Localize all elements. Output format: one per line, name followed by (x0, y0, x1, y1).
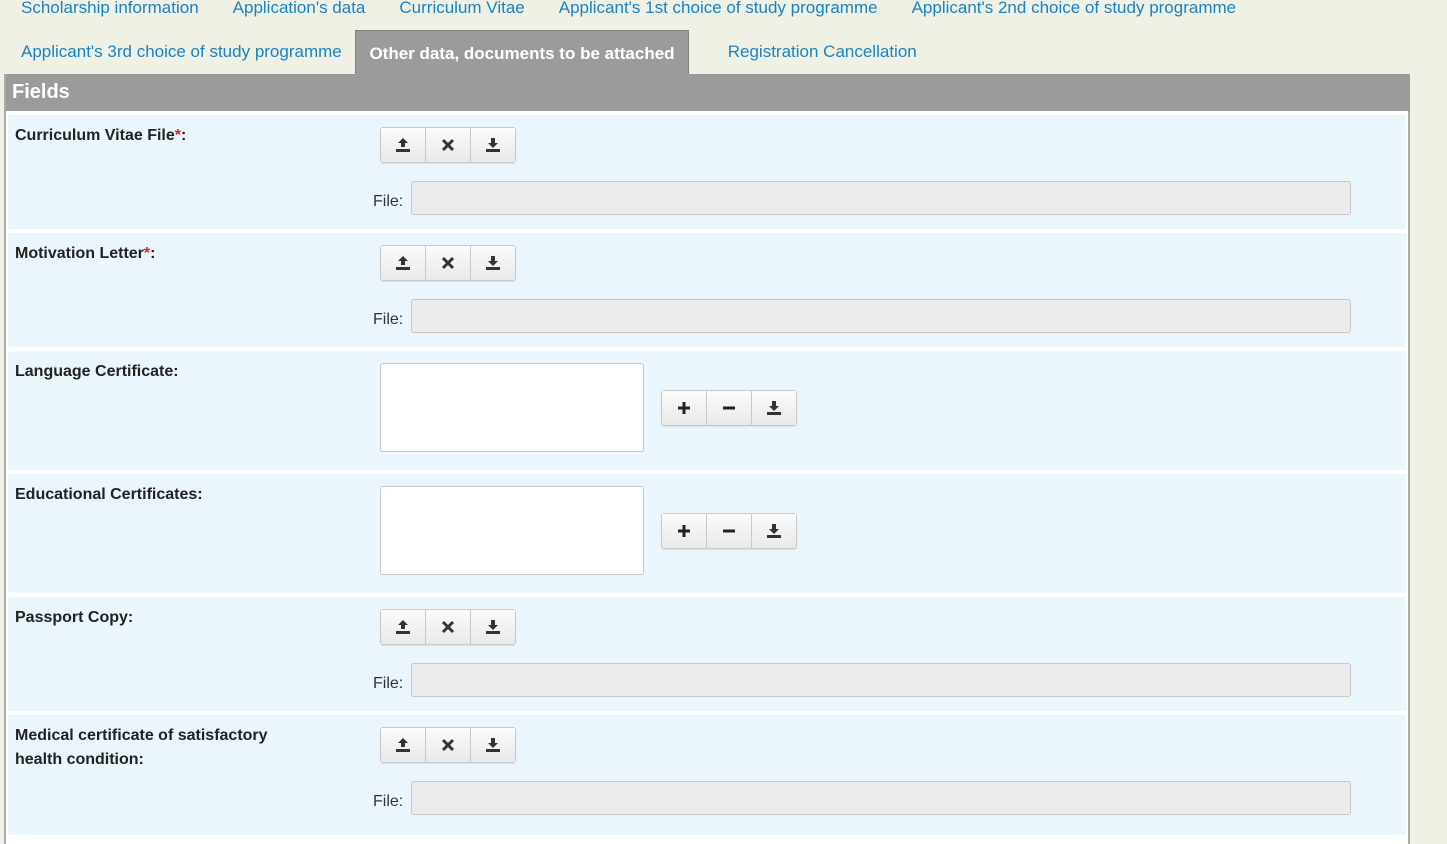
upload-icon (396, 620, 410, 634)
remove-icon (441, 256, 455, 270)
medical-certificate-file-input[interactable] (411, 781, 1351, 815)
add-button[interactable] (662, 514, 707, 548)
remove-button[interactable] (707, 391, 752, 425)
minus-icon (723, 529, 735, 533)
field-label: Motivation Letter*: (15, 245, 156, 262)
file-button-group (380, 609, 516, 645)
field-label: Curriculum Vitae File*: (15, 127, 187, 144)
minus-icon (723, 406, 735, 410)
field-row-passport-copy: Passport Copy: File: (8, 597, 1406, 711)
remove-button[interactable] (426, 728, 471, 762)
field-label: Educational Certificates: (15, 486, 203, 503)
download-button[interactable] (471, 246, 515, 280)
upload-icon (396, 138, 410, 152)
field-row-cv-file: Curriculum Vitae File*: File: (8, 115, 1406, 229)
tab-bar: Scholarship information Application's da… (0, 0, 1412, 75)
file-label: File: (373, 193, 404, 210)
remove-button[interactable] (426, 610, 471, 644)
upload-button[interactable] (381, 610, 426, 644)
tab-applications-data[interactable]: Application's data (216, 0, 383, 19)
upload-button[interactable] (381, 246, 426, 280)
download-icon (486, 138, 500, 152)
tab-3rd-choice[interactable]: Applicant's 3rd choice of study programm… (4, 41, 359, 63)
file-button-group (380, 727, 516, 763)
file-button-group (380, 127, 516, 163)
tab-1st-choice[interactable]: Applicant's 1st choice of study programm… (542, 0, 895, 19)
remove-icon (441, 620, 455, 634)
upload-icon (396, 738, 410, 752)
download-icon (486, 738, 500, 752)
tab-scholarship-information[interactable]: Scholarship information (4, 0, 216, 19)
field-label: Passport Copy: (15, 609, 134, 626)
upload-icon (396, 256, 410, 270)
passport-copy-file-input[interactable] (411, 663, 1351, 697)
remove-icon (441, 738, 455, 752)
field-row-language-certificate: Language Certificate: (8, 351, 1406, 470)
list-button-group (661, 390, 797, 426)
fields-panel: Fields Curriculum Vitae File*: File: Mot… (4, 74, 1410, 844)
download-button[interactable] (752, 514, 796, 548)
field-label: Medical certificate of satisfactory heal… (15, 727, 268, 768)
tab-other-data-active[interactable]: Other data, documents to be attached (355, 30, 689, 75)
remove-button[interactable] (426, 128, 471, 162)
file-label: File: (373, 675, 404, 692)
add-button[interactable] (662, 391, 707, 425)
file-label: File: (373, 311, 404, 328)
remove-button[interactable] (707, 514, 752, 548)
tab-registration-cancellation[interactable]: Registration Cancellation (711, 41, 934, 63)
download-icon (486, 620, 500, 634)
remove-icon (441, 138, 455, 152)
field-row-medical-certificate: Medical certificate of satisfactory heal… (8, 715, 1406, 835)
download-icon (767, 401, 781, 415)
language-certificate-list[interactable] (380, 363, 644, 452)
download-icon (486, 256, 500, 270)
download-button[interactable] (471, 728, 515, 762)
educational-certificates-list[interactable] (380, 486, 644, 575)
list-button-group (661, 513, 797, 549)
cv-file-input[interactable] (411, 181, 1351, 215)
upload-button[interactable] (381, 728, 426, 762)
download-button[interactable] (752, 391, 796, 425)
plus-icon (678, 402, 690, 414)
tab-row-1: Scholarship information Application's da… (4, 0, 1253, 19)
tab-2nd-choice[interactable]: Applicant's 2nd choice of study programm… (895, 0, 1254, 19)
file-button-group (380, 245, 516, 281)
plus-icon (678, 525, 690, 537)
download-button[interactable] (471, 610, 515, 644)
field-row-educational-certificates: Educational Certificates: (8, 474, 1406, 593)
fields-header: Fields (6, 74, 1410, 111)
download-icon (767, 524, 781, 538)
motivation-letter-file-input[interactable] (411, 299, 1351, 333)
remove-button[interactable] (426, 246, 471, 280)
file-label: File: (373, 793, 404, 810)
tab-curriculum-vitae[interactable]: Curriculum Vitae (382, 0, 541, 19)
upload-button[interactable] (381, 128, 426, 162)
field-label: Language Certificate: (15, 363, 179, 380)
field-row-motivation-letter: Motivation Letter*: File: (8, 233, 1406, 347)
download-button[interactable] (471, 128, 515, 162)
